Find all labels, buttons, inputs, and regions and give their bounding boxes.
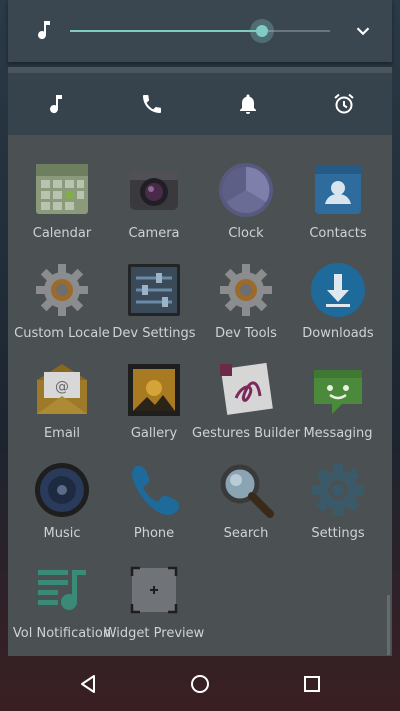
- music-note-icon: [38, 21, 50, 40]
- svg-text:@: @: [55, 379, 69, 395]
- home-icon[interactable]: [186, 670, 214, 698]
- app-clock[interactable]: Clock: [198, 160, 294, 256]
- app-label: Widget Preview: [103, 626, 205, 641]
- gestures-icon: [220, 362, 273, 415]
- volume-slider-fill: [70, 30, 263, 32]
- app-search[interactable]: Search: [198, 460, 294, 556]
- app-dev-tools[interactable]: Dev Tools: [198, 260, 294, 356]
- speaker-icon: [35, 463, 89, 517]
- app-label: Messaging: [303, 426, 373, 441]
- alarm-clock-icon[interactable]: [332, 92, 356, 116]
- navigation-bar: [0, 656, 400, 711]
- messaging-icon: [314, 370, 362, 414]
- sliders-icon: [128, 264, 180, 316]
- bell-icon[interactable]: [236, 92, 260, 116]
- volume-slider[interactable]: [70, 19, 330, 43]
- phone-icon: [132, 465, 180, 515]
- volume-streams-row: [8, 73, 392, 135]
- chevron-down-icon[interactable]: [352, 20, 374, 42]
- app-downloads[interactable]: Downloads: [290, 260, 386, 356]
- app-vol-notification[interactable]: Vol Notification: [13, 560, 111, 656]
- phone-icon[interactable]: [140, 92, 164, 116]
- camera-icon: [130, 172, 178, 210]
- app-drawer: Calendar Camera Clock Contacts Custom Lo…: [8, 135, 392, 656]
- app-music[interactable]: Music: [14, 460, 110, 556]
- app-label: Downloads: [302, 326, 374, 341]
- app-label: Contacts: [309, 226, 367, 241]
- download-icon: [311, 263, 365, 317]
- app-widget-preview[interactable]: Widget Preview: [104, 560, 204, 656]
- app-custom-locale[interactable]: Custom Locale: [14, 260, 110, 356]
- recents-icon[interactable]: [298, 670, 326, 698]
- app-label: Settings: [311, 526, 365, 541]
- playlist-icon: [38, 570, 86, 610]
- contacts-icon: [315, 166, 361, 214]
- volume-panel: [8, 0, 392, 62]
- app-gallery[interactable]: Gallery: [106, 360, 202, 456]
- gear-icon: [220, 264, 272, 316]
- back-icon[interactable]: [74, 670, 102, 698]
- app-email[interactable]: @ Email: [14, 360, 110, 456]
- drawer-scrollbar[interactable]: [387, 595, 390, 655]
- app-contacts[interactable]: Contacts: [290, 160, 386, 256]
- gallery-icon: [128, 364, 180, 416]
- volume-slider-thumb[interactable]: [250, 19, 275, 43]
- app-calendar[interactable]: Calendar: [14, 160, 110, 256]
- music-note-icon[interactable]: [44, 92, 68, 116]
- magnifier-icon: [220, 464, 274, 518]
- app-settings[interactable]: Settings: [290, 460, 386, 556]
- email-icon: @: [37, 364, 87, 414]
- widget-icon: [130, 566, 178, 614]
- volume-slider-knob: [256, 25, 269, 37]
- calendar-icon: [36, 164, 88, 214]
- settings-icon: [312, 464, 364, 516]
- app-dev-settings[interactable]: Dev Settings: [106, 260, 202, 356]
- app-phone[interactable]: Phone: [106, 460, 202, 556]
- app-camera[interactable]: Camera: [106, 160, 202, 256]
- app-gestures-builder[interactable]: Gestures Builder: [192, 360, 300, 456]
- clock-icon: [219, 163, 273, 217]
- gear-icon: [36, 264, 88, 316]
- app-messaging[interactable]: Messaging: [290, 360, 386, 456]
